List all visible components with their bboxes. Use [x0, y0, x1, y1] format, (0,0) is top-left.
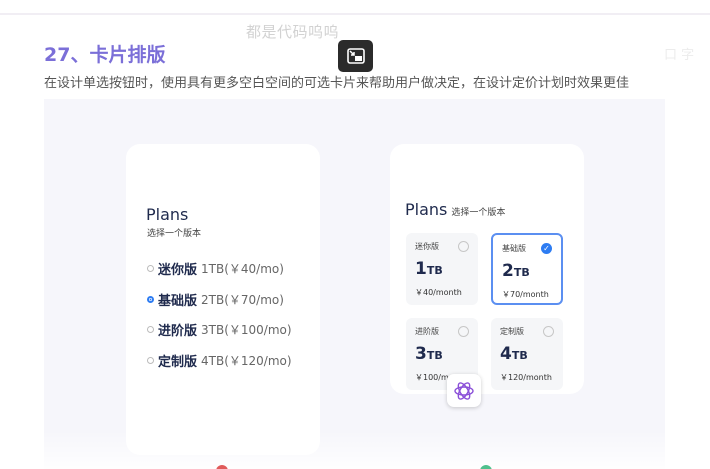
picture-in-picture-icon	[346, 48, 365, 64]
radio-circle-icon[interactable]	[147, 326, 154, 333]
radio-circle-icon[interactable]	[147, 357, 154, 364]
radio-option-advanced[interactable]: 进阶版 3TB(￥100/mo)	[147, 320, 292, 339]
option-name: 定制版	[158, 355, 198, 370]
plans-subtitle: 选择一个版本	[451, 208, 506, 218]
ghost-text: 口 字	[664, 48, 695, 63]
watermark-text: 都是代码呜呜	[246, 23, 340, 41]
bottom-fade	[0, 430, 710, 469]
option-spec: 3TB(￥100/mo)	[201, 323, 292, 337]
section-title: 27、卡片排版	[44, 44, 166, 66]
tile-size: 3TB	[415, 344, 443, 364]
radio-option-mini[interactable]: 迷你版 1TB(￥40/mo)	[147, 259, 284, 278]
tile-price: ￥70/month	[502, 290, 549, 299]
ai-assistant-icon	[454, 381, 474, 400]
option-spec: 2TB(￥70/mo)	[201, 293, 284, 307]
radio-circle-icon[interactable]	[458, 326, 469, 337]
radio-selected-icon[interactable]	[147, 296, 154, 303]
top-divider	[0, 13, 710, 15]
plan-tile-mini[interactable]: 迷你版 1TB ￥40/month	[406, 233, 478, 305]
option-name: 基础版	[158, 294, 198, 309]
radio-option-custom[interactable]: 定制版 4TB(￥120/mo)	[147, 351, 292, 370]
plan-tile-custom[interactable]: 定制版 4TB ￥120/month	[491, 318, 563, 390]
tile-size: 2TB	[502, 261, 530, 281]
tile-name: 基础版	[502, 244, 526, 253]
plans-title: Plans	[405, 200, 448, 219]
example-canvas: Plans 选择一个版本 迷你版 1TB(￥40/mo) 基础版 2TB(￥70…	[44, 99, 665, 469]
tile-price: ￥120/month	[500, 373, 552, 382]
plans-header: Plans 选择一个版本	[405, 200, 505, 219]
tile-name: 进阶版	[415, 327, 439, 336]
plans-title: Plans	[146, 205, 189, 224]
radio-circle-icon[interactable]	[458, 241, 469, 252]
radio-circle-icon[interactable]	[543, 326, 554, 337]
radio-circle-icon[interactable]	[147, 265, 154, 272]
check-icon[interactable]: ✓	[541, 243, 552, 254]
tile-name: 定制版	[500, 327, 524, 336]
picture-in-picture-button[interactable]	[338, 40, 373, 72]
plans-card-tiles: Plans 选择一个版本 迷你版 1TB ￥40/month 基础版 ✓ 2TB…	[390, 144, 584, 394]
plan-tile-basic-selected[interactable]: 基础版 ✓ 2TB ￥70/month	[491, 233, 563, 305]
plans-card-radio-list: Plans 选择一个版本 迷你版 1TB(￥40/mo) 基础版 2TB(￥70…	[126, 144, 320, 455]
ai-assistant-button[interactable]	[447, 374, 481, 407]
tile-price: ￥40/month	[415, 288, 462, 297]
tile-name: 迷你版	[415, 242, 439, 251]
tile-size: 4TB	[500, 344, 528, 364]
radio-option-basic[interactable]: 基础版 2TB(￥70/mo)	[147, 290, 284, 309]
option-spec: 1TB(￥40/mo)	[201, 262, 284, 276]
tile-size: 1TB	[415, 259, 443, 279]
option-name: 进阶版	[158, 324, 198, 339]
section-description: 在设计单选按钮时，使用具有更多空白空间的可选卡片来帮助用户做决定，在设计定价计划…	[44, 76, 630, 91]
option-spec: 4TB(￥120/mo)	[201, 354, 292, 368]
option-name: 迷你版	[158, 263, 198, 278]
plans-subtitle: 选择一个版本	[147, 229, 202, 239]
